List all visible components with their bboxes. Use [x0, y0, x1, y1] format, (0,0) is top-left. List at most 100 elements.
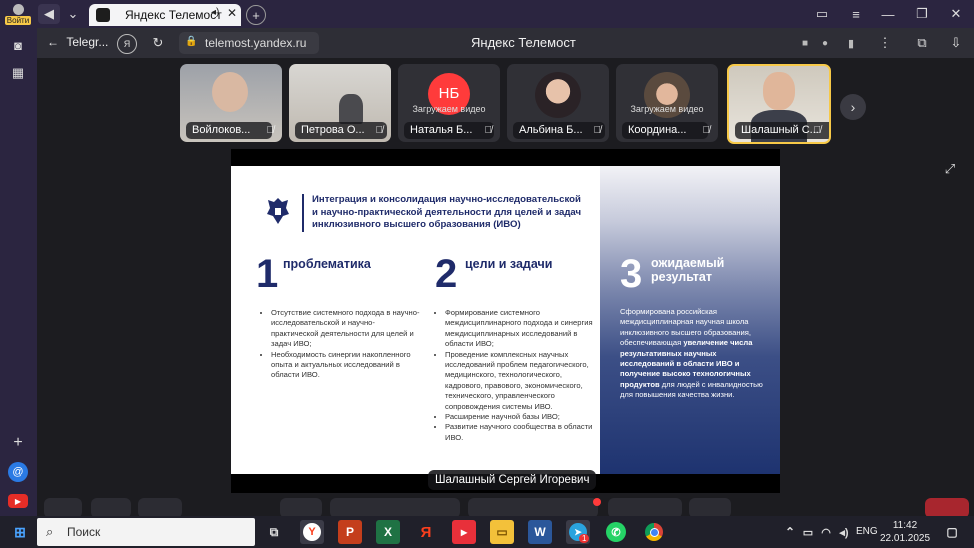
tab-audio-icon[interactable]: ◂): [211, 7, 219, 18]
start-button[interactable]: ⊞: [8, 520, 32, 544]
notifications-icon[interactable]: ▢: [940, 520, 964, 544]
search-placeholder: Поиск: [67, 525, 101, 539]
yandex-icon[interactable]: Я: [414, 520, 438, 544]
restore-icon[interactable]: ❐: [912, 4, 932, 24]
more-button[interactable]: [689, 498, 731, 518]
excel-icon[interactable]: X: [376, 520, 400, 544]
participant-photo: [535, 72, 581, 118]
powerpoint-icon[interactable]: P: [338, 520, 362, 544]
avatar-icon: [12, 3, 24, 15]
slide-letterbox-top: [231, 149, 780, 166]
slide-col2-number: 2: [435, 252, 458, 296]
leave-call-button[interactable]: [925, 498, 969, 518]
more-menu-icon[interactable]: ⋮: [877, 35, 893, 51]
camera-icon[interactable]: ■: [797, 35, 813, 51]
mic-icon[interactable]: ●: [817, 35, 833, 51]
yandex-browser-icon[interactable]: Y: [300, 520, 324, 544]
speaker-name-label: Шалашный Сергей Игоревич: [428, 470, 597, 490]
mic-off-icon: 🎙̸: [484, 125, 493, 136]
next-participants-button[interactable]: ›: [840, 94, 866, 120]
youtube-icon[interactable]: ▶: [8, 494, 28, 508]
reload-icon[interactable]: ↻: [149, 34, 167, 52]
fullscreen-icon[interactable]: ⤢: [938, 158, 962, 180]
download-icon[interactable]: ⇩: [947, 35, 965, 51]
extensions-icon[interactable]: ⧉: [913, 35, 931, 51]
back-button[interactable]: ← Telegr...: [47, 35, 108, 49]
url-text: telemost.yandex.ru: [205, 36, 307, 50]
volume-icon[interactable]: ◂): [832, 520, 856, 544]
mic-toggle-button[interactable]: [91, 498, 131, 518]
slide-col3-number: 3: [620, 252, 643, 296]
whatsapp-icon[interactable]: ✆: [604, 520, 628, 544]
mic-off-icon: 🎙̸: [702, 125, 711, 136]
control-button[interactable]: [330, 498, 460, 518]
menu-icon[interactable]: ≡: [846, 4, 866, 24]
tab-title: Яндекс Телемост: [125, 8, 222, 22]
participant-tile[interactable]: НБ Загружаем видео Наталья Б... 🎙̸: [398, 64, 500, 142]
url-field[interactable]: 🔒 telemost.yandex.ru: [179, 32, 319, 54]
chat-button[interactable]: [608, 498, 682, 518]
yandex-id-icon[interactable]: Я: [117, 34, 137, 54]
media-player-icon[interactable]: ▸: [452, 520, 476, 544]
tabs-dropdown-icon[interactable]: ⌄: [64, 4, 82, 24]
list-item: Развитие научного сообщества в области И…: [445, 422, 595, 443]
participant-video: [339, 94, 363, 124]
participant-name: Координа...: [622, 122, 709, 139]
participant-video: [763, 72, 795, 110]
screenshot-icon[interactable]: ◙: [8, 36, 28, 54]
camera-toggle-button[interactable]: [138, 498, 182, 518]
clock[interactable]: 11:42 22.01.2025: [880, 519, 930, 545]
slide-col2-heading: цели и задачи: [465, 257, 553, 271]
share-button[interactable]: [280, 498, 322, 518]
list-item: Проведение комплексных научных исследова…: [445, 350, 595, 412]
browser-sidebar: ◙ ▦ + @ ▶: [0, 28, 37, 516]
emblem-icon: [264, 196, 292, 226]
close-window-icon[interactable]: ✕: [946, 4, 966, 24]
chrome-icon[interactable]: [642, 520, 666, 544]
participant-name: Войлоков...: [186, 122, 273, 139]
tab-telemost[interactable]: Яндекс Телемост ◂) ✕: [89, 4, 241, 26]
list-item: Необходимость синергии накопленного опыт…: [271, 350, 421, 381]
slide-col3-heading: ожидаемый результат: [651, 256, 724, 284]
mail-icon[interactable]: @: [8, 462, 28, 482]
loading-video-label: Загружаем видео: [412, 104, 486, 114]
participant-tile[interactable]: Альбина Б... 🎙̸: [507, 64, 609, 142]
slide-col1-heading: проблематика: [283, 257, 371, 271]
task-view-icon[interactable]: ⧉: [262, 520, 286, 544]
participant-name: Альбина Б...: [513, 122, 605, 139]
participants-strip: Войлоков... 🎙̸ Петрова О... 🎙̸ НБ Загруж…: [180, 58, 840, 148]
participant-tile[interactable]: Петрова О... 🎙̸: [289, 64, 391, 142]
address-bar: ← Telegr... Я ↻ 🔒 telemost.yandex.ru Янд…: [37, 28, 974, 58]
search-icon: ⌕: [46, 524, 54, 539]
profile-button[interactable]: Войти: [4, 1, 32, 27]
bookmarks-icon[interactable]: ▭: [812, 4, 832, 24]
mic-off-icon: 🎙̸: [593, 125, 602, 136]
controls-bar: [37, 498, 974, 518]
slide-col2-bullets: Формирование системного междисциплинарно…: [434, 308, 595, 443]
file-explorer-icon[interactable]: ▭: [490, 520, 514, 544]
loading-video-label: Загружаем видео: [630, 104, 704, 114]
participants-button[interactable]: [468, 498, 598, 518]
search-box[interactable]: ⌕ Поиск: [37, 518, 255, 546]
participant-tile[interactable]: Загружаем видео Координа... 🎙̸: [616, 64, 718, 142]
new-tab-icon[interactable]: +: [246, 5, 266, 25]
list-item: Формирование системного междисциплинарно…: [445, 308, 595, 350]
language-indicator[interactable]: ENG: [856, 526, 878, 537]
sound-icon[interactable]: ◀: [38, 4, 60, 24]
slide-col1-number: 1: [256, 252, 279, 296]
add-icon[interactable]: +: [8, 434, 28, 452]
participant-tile[interactable]: Войлоков... 🎙̸: [180, 64, 282, 142]
minimize-icon[interactable]: —: [878, 4, 898, 24]
word-icon[interactable]: W: [528, 520, 552, 544]
participant-name: Петрова О...: [295, 122, 387, 139]
slide-col1-bullets: Отсутствие системного подхода в научно-и…: [260, 308, 421, 381]
clock-time: 11:42: [892, 520, 918, 531]
bookmark-icon[interactable]: ▮: [843, 35, 859, 51]
tab-bar: Войти ◀ ⌄ Яндекс Телемост ◂) ✕ + ▭ ≡ — ❐…: [0, 0, 974, 28]
tab-close-icon[interactable]: ✕: [227, 6, 237, 20]
apps-grid-icon[interactable]: ▦: [8, 64, 28, 82]
control-button[interactable]: [44, 498, 82, 518]
lock-icon: 🔒: [185, 36, 198, 47]
profile-label: Войти: [4, 15, 32, 25]
participant-tile-active[interactable]: Шалашный С... 🎙̸: [727, 64, 831, 144]
